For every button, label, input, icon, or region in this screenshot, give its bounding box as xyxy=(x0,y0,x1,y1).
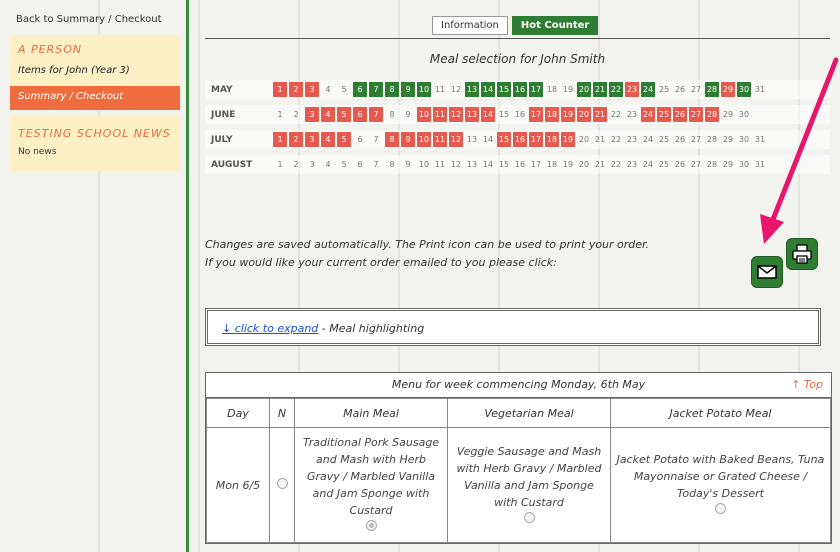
annotation-arrow xyxy=(760,57,839,244)
